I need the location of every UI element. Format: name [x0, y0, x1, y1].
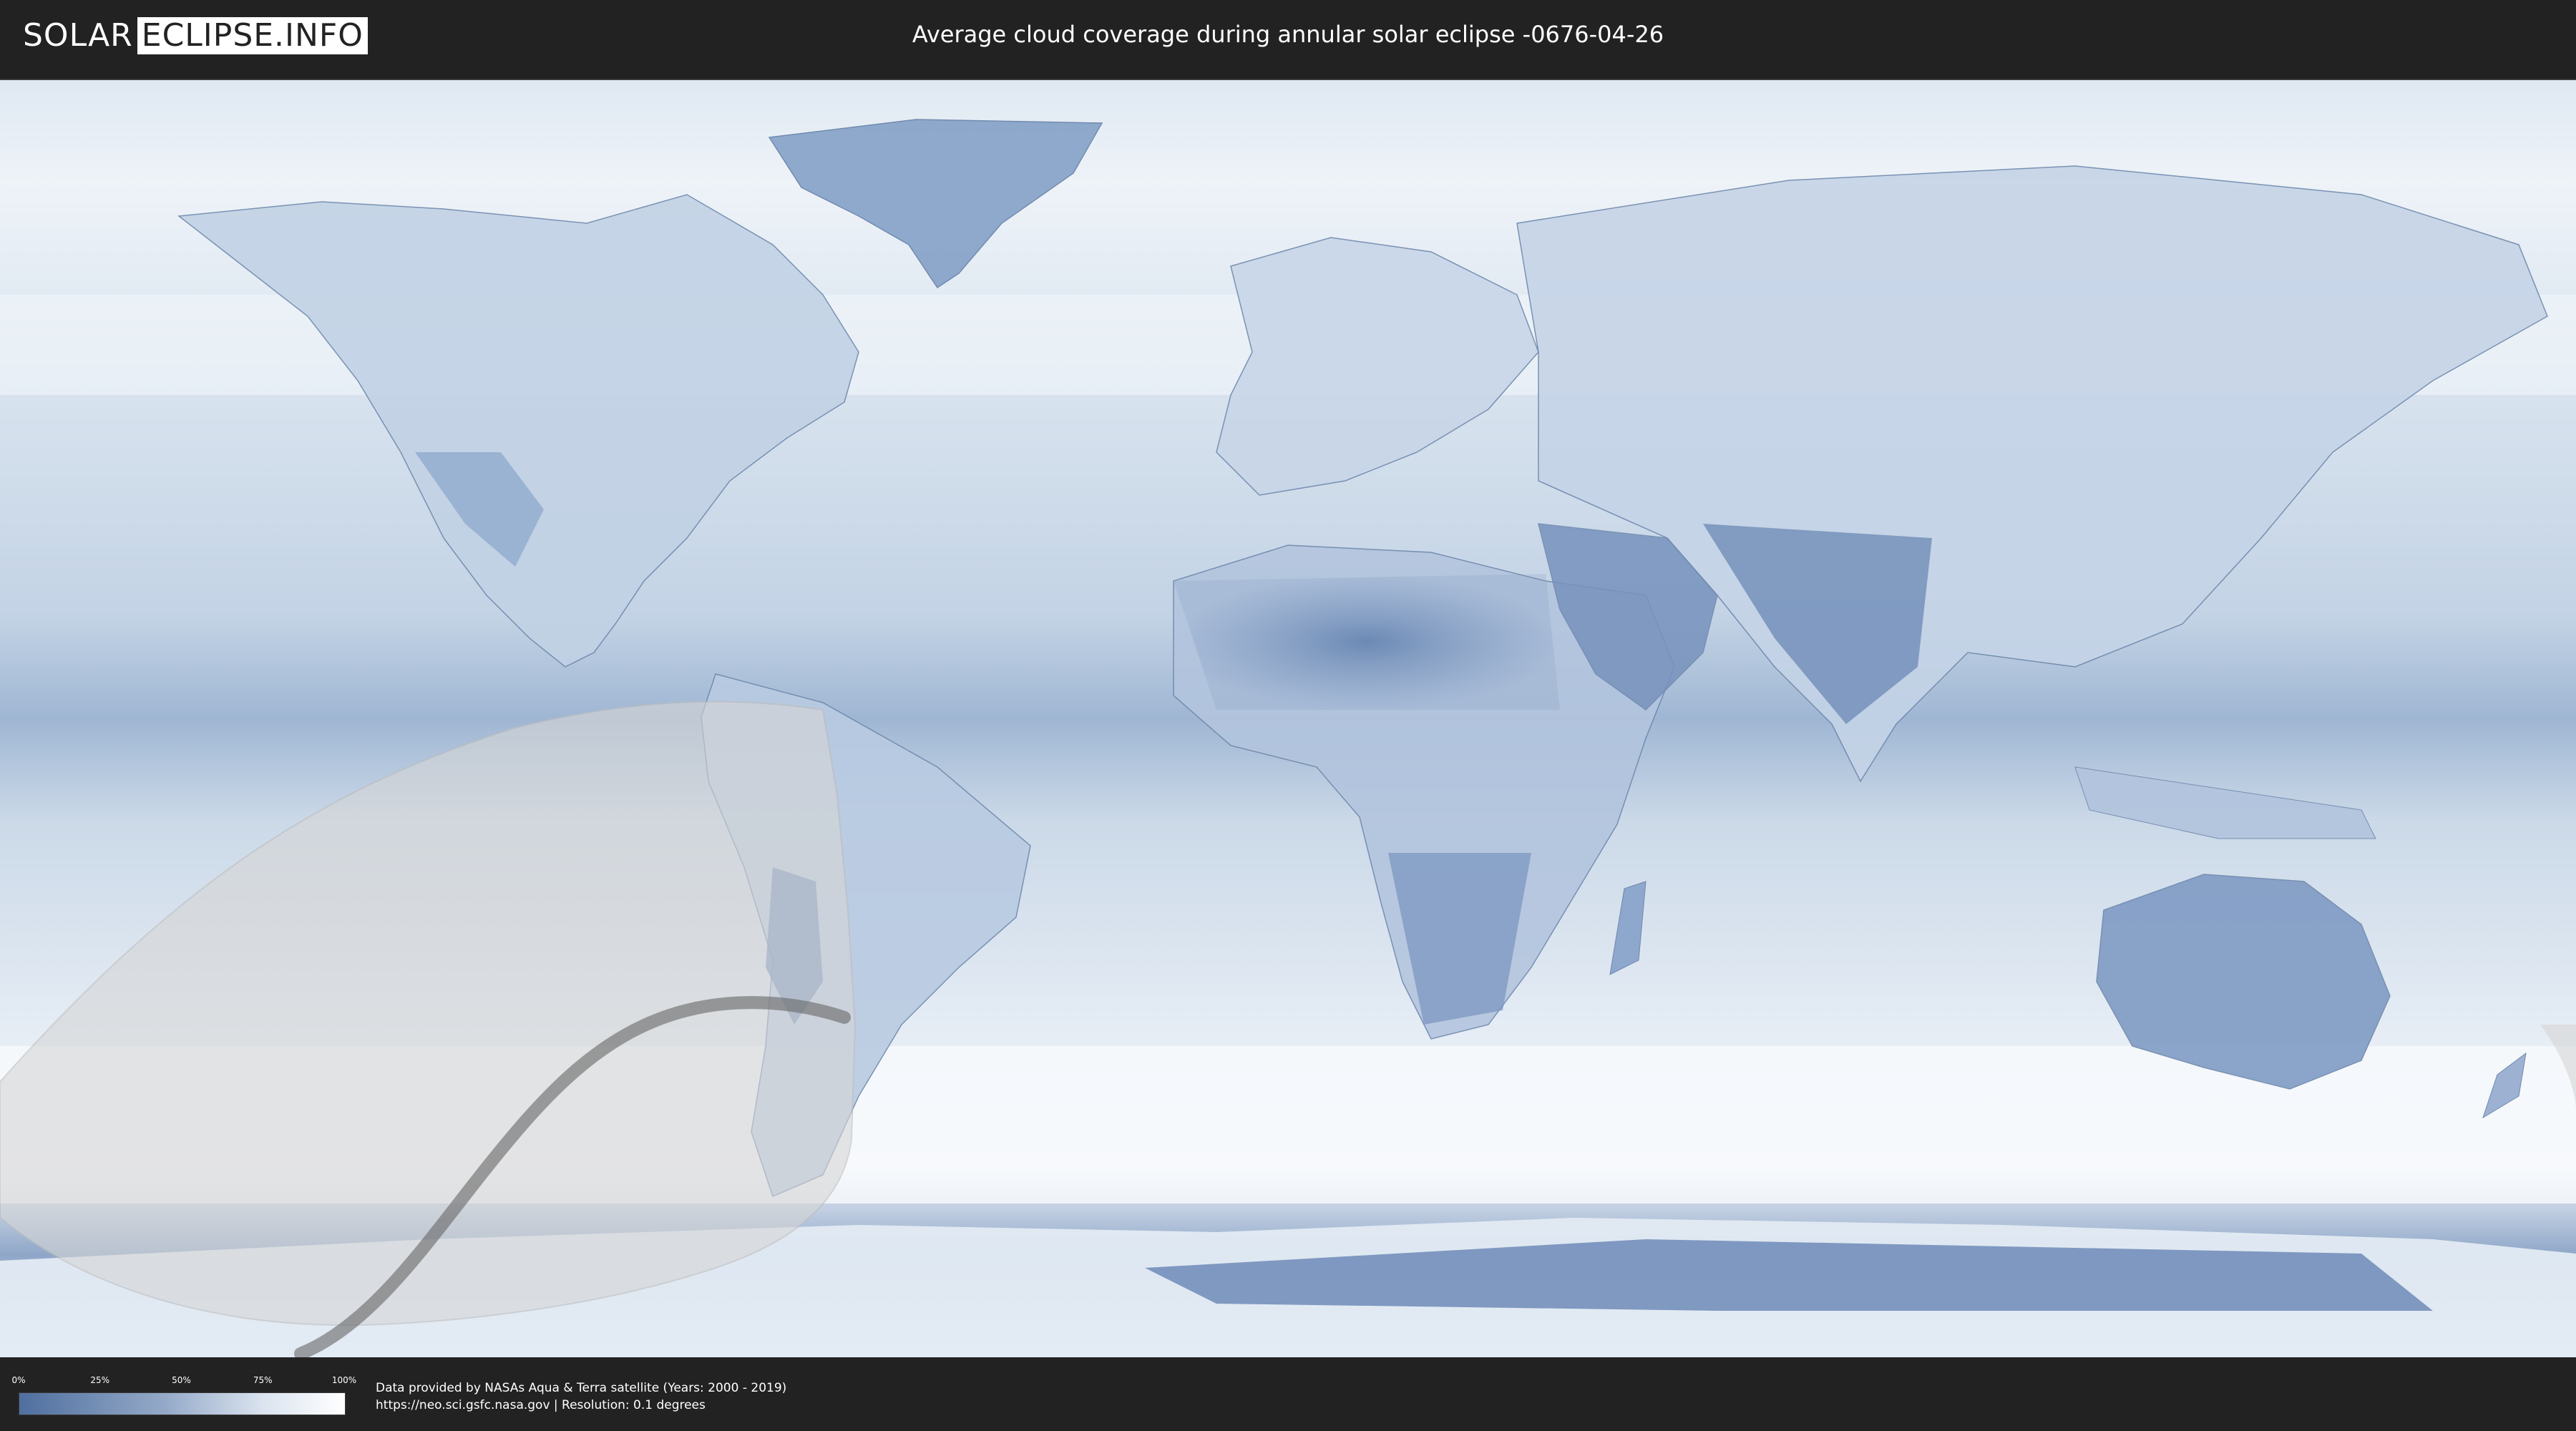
footer: 0% 25% 50% 75% 100% Data provided by NAS…	[0, 1359, 2576, 1431]
cloud-coverage-map	[0, 79, 2576, 1357]
sahara-dry-region	[1174, 574, 1560, 710]
header: SOLAR ECLIPSE.INFO Average cloud coverag…	[0, 0, 2576, 70]
data-credits: Data provided by NASAs Aqua & Terra sate…	[376, 1379, 786, 1414]
legend-tick-25: 25%	[90, 1375, 110, 1385]
world-map	[0, 80, 2576, 1357]
credits-line-2[interactable]: https://neo.sci.gsfc.nasa.gov | Resoluti…	[376, 1397, 786, 1414]
page-title: Average cloud coverage during annular so…	[912, 21, 1664, 48]
legend-tick-50: 50%	[172, 1375, 191, 1385]
cloud-coverage-legend: 0% 25% 50% 75% 100%	[11, 1375, 356, 1415]
legend-tick-100: 100%	[331, 1375, 357, 1385]
page: SOLAR ECLIPSE.INFO Average cloud coverag…	[0, 0, 2576, 1431]
legend-color-bar	[19, 1392, 346, 1415]
legend-tick-75: 75%	[253, 1375, 273, 1385]
credits-line-1: Data provided by NASAs Aqua & Terra sate…	[376, 1381, 787, 1395]
legend-ticks: 0% 25% 50% 75% 100%	[11, 1375, 356, 1390]
legend-tick-0: 0%	[11, 1375, 26, 1385]
